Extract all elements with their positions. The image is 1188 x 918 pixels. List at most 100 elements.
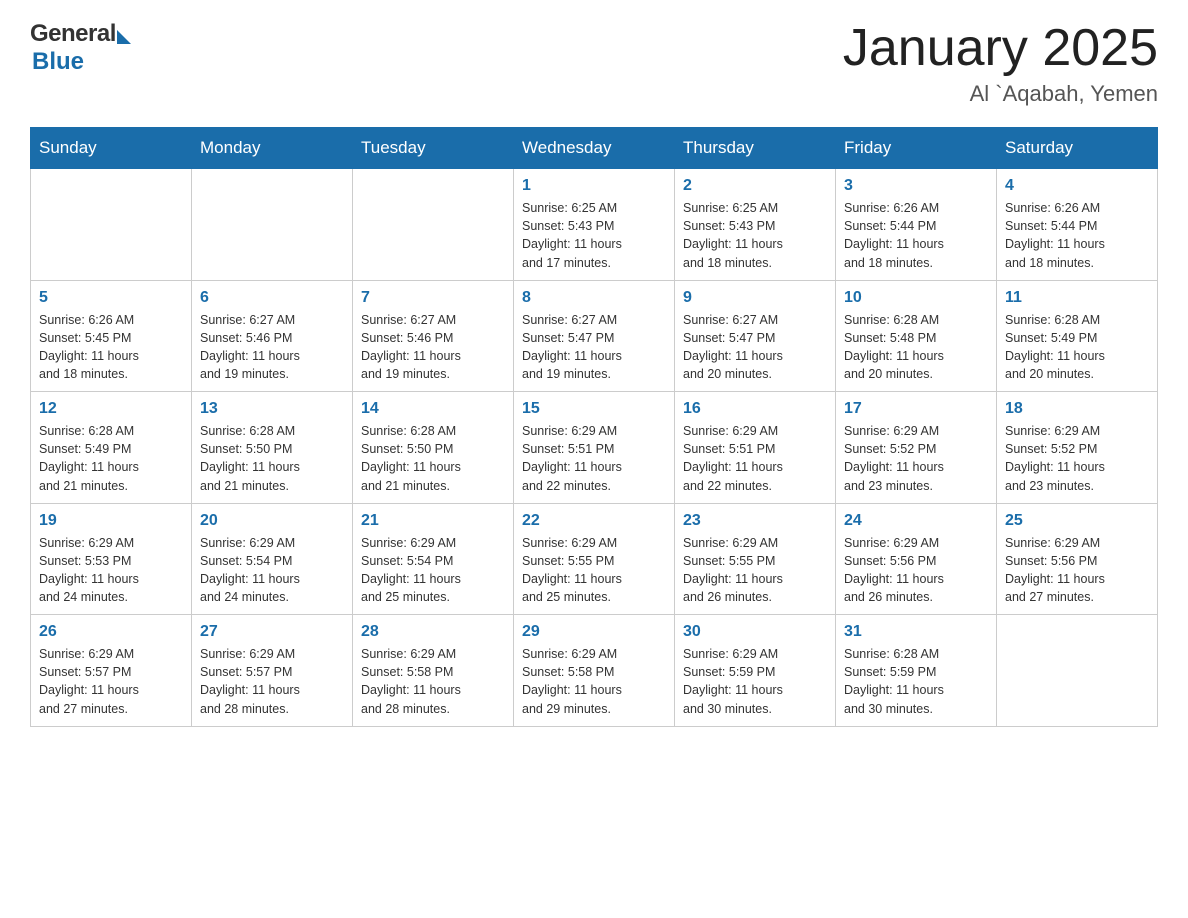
calendar-day-cell: 12Sunrise: 6:28 AM Sunset: 5:49 PM Dayli… xyxy=(31,392,192,504)
day-info: Sunrise: 6:29 AM Sunset: 5:51 PM Dayligh… xyxy=(683,422,827,495)
day-number: 2 xyxy=(683,177,827,195)
day-number: 10 xyxy=(844,289,988,307)
month-title: January 2025 xyxy=(843,20,1158,77)
calendar-table: SundayMondayTuesdayWednesdayThursdayFrid… xyxy=(30,127,1158,727)
calendar-day-cell: 10 Sunrise: 6:28 AM Sunset: 5:48 PM Dayli… xyxy=(836,280,997,392)
day-info: Sunrise: 6:29 AM Sunset: 5:54 PM Dayligh… xyxy=(200,534,344,607)
calendar-day-cell: 19 Sunrise: 6:29 AM Sunset: 5:53 PM Dayli… xyxy=(31,503,192,615)
calendar-day-cell: 6 Sunrise: 6:27 AM Sunset: 5:46 PM Daylig… xyxy=(192,280,353,392)
day-number: 8 xyxy=(522,289,666,307)
day-number: 23 xyxy=(683,512,827,530)
day-info: Sunrise: 6:27 AM Sunset: 5:47 PM Dayligh… xyxy=(522,311,666,384)
page-header: General Blue January 2025 Al `Aqabah, Ye… xyxy=(30,20,1158,107)
calendar-day-cell xyxy=(997,615,1158,727)
day-info: Sunrise: 6:26 AM Sunset: 5:44 PM Dayligh… xyxy=(1005,199,1149,272)
day-info: Sunrise: 6:25 AM Sunset: 5:43 PM Dayligh… xyxy=(522,199,666,272)
calendar-week-row: 5 Sunrise: 6:26 AM Sunset: 5:45 PM Daylig… xyxy=(31,280,1158,392)
day-info: Sunrise: 6:27 AM Sunset: 5:46 PM Dayligh… xyxy=(361,311,505,384)
calendar-day-cell xyxy=(31,169,192,281)
day-number: 14 xyxy=(361,400,505,418)
day-number: 4 xyxy=(1005,177,1149,195)
calendar-day-cell: 13 Sunrise: 6:28 AM Sunset: 5:50 PM Dayli… xyxy=(192,392,353,504)
calendar-day-cell: 26 Sunrise: 6:29 AM Sunset: 5:57 PM Dayli… xyxy=(31,615,192,727)
day-info: Sunrise: 6:29 AM Sunset: 5:51 PM Dayligh… xyxy=(522,422,666,495)
weekday-header: Friday xyxy=(836,128,997,169)
calendar-day-cell xyxy=(353,169,514,281)
calendar-day-cell: 21 Sunrise: 6:29 AM Sunset: 5:54 PM Dayli… xyxy=(353,503,514,615)
calendar-day-cell: 1 Sunrise: 6:25 AM Sunset: 5:43 PM Daylig… xyxy=(514,169,675,281)
day-info: Sunrise: 6:25 AM Sunset: 5:43 PM Dayligh… xyxy=(683,199,827,272)
day-number: 26 xyxy=(39,623,183,641)
day-number: 19 xyxy=(39,512,183,530)
day-number: 17 xyxy=(844,400,988,418)
calendar-day-cell: 24Sunrise: 6:29 AM Sunset: 5:56 PM Dayli… xyxy=(836,503,997,615)
calendar-day-cell: 23 Sunrise: 6:29 AM Sunset: 5:55 PM Dayli… xyxy=(675,503,836,615)
calendar-day-cell: 8 Sunrise: 6:27 AM Sunset: 5:47 PM Daylig… xyxy=(514,280,675,392)
day-number: 29 xyxy=(522,623,666,641)
day-number: 16 xyxy=(683,400,827,418)
day-number: 27 xyxy=(200,623,344,641)
weekday-header: Sunday xyxy=(31,128,192,169)
title-area: January 2025 Al `Aqabah, Yemen xyxy=(843,20,1158,107)
calendar-day-cell: 18Sunrise: 6:29 AM Sunset: 5:52 PM Dayli… xyxy=(997,392,1158,504)
day-info: Sunrise: 6:28 AM Sunset: 5:59 PM Dayligh… xyxy=(844,645,988,718)
calendar-day-cell: 14 Sunrise: 6:28 AM Sunset: 5:50 PM Dayli… xyxy=(353,392,514,504)
calendar-week-row: 1 Sunrise: 6:25 AM Sunset: 5:43 PM Daylig… xyxy=(31,169,1158,281)
day-number: 20 xyxy=(200,512,344,530)
day-number: 28 xyxy=(361,623,505,641)
day-info: Sunrise: 6:29 AM Sunset: 5:56 PM Dayligh… xyxy=(1005,534,1149,607)
calendar-day-cell: 2 Sunrise: 6:25 AM Sunset: 5:43 PM Daylig… xyxy=(675,169,836,281)
day-info: Sunrise: 6:27 AM Sunset: 5:47 PM Dayligh… xyxy=(683,311,827,384)
day-info: Sunrise: 6:29 AM Sunset: 5:57 PM Dayligh… xyxy=(39,645,183,718)
day-info: Sunrise: 6:28 AM Sunset: 5:48 PM Dayligh… xyxy=(844,311,988,384)
day-info: Sunrise: 6:29 AM Sunset: 5:53 PM Dayligh… xyxy=(39,534,183,607)
day-number: 1 xyxy=(522,177,666,195)
day-number: 31 xyxy=(844,623,988,641)
day-info: Sunrise: 6:29 AM Sunset: 5:55 PM Dayligh… xyxy=(683,534,827,607)
calendar-week-row: 26 Sunrise: 6:29 AM Sunset: 5:57 PM Dayli… xyxy=(31,615,1158,727)
logo: General Blue xyxy=(30,20,131,76)
calendar-day-cell: 30 Sunrise: 6:29 AM Sunset: 5:59 PM Dayli… xyxy=(675,615,836,727)
calendar-day-cell: 31 Sunrise: 6:28 AM Sunset: 5:59 PM Dayli… xyxy=(836,615,997,727)
day-number: 11 xyxy=(1005,289,1149,307)
calendar-day-cell: 20 Sunrise: 6:29 AM Sunset: 5:54 PM Dayli… xyxy=(192,503,353,615)
day-number: 18 xyxy=(1005,400,1149,418)
calendar-day-cell: 22Sunrise: 6:29 AM Sunset: 5:55 PM Dayli… xyxy=(514,503,675,615)
day-info: Sunrise: 6:29 AM Sunset: 5:58 PM Dayligh… xyxy=(522,645,666,718)
calendar-day-cell: 3Sunrise: 6:26 AM Sunset: 5:44 PM Daylig… xyxy=(836,169,997,281)
calendar-week-row: 12Sunrise: 6:28 AM Sunset: 5:49 PM Dayli… xyxy=(31,392,1158,504)
day-info: Sunrise: 6:29 AM Sunset: 5:59 PM Dayligh… xyxy=(683,645,827,718)
weekday-header: Saturday xyxy=(997,128,1158,169)
logo-blue-text: Blue xyxy=(32,48,84,76)
calendar-day-cell: 28 Sunrise: 6:29 AM Sunset: 5:58 PM Dayli… xyxy=(353,615,514,727)
day-number: 21 xyxy=(361,512,505,530)
calendar-day-cell: 7Sunrise: 6:27 AM Sunset: 5:46 PM Daylig… xyxy=(353,280,514,392)
day-number: 25 xyxy=(1005,512,1149,530)
day-number: 3 xyxy=(844,177,988,195)
weekday-header: Monday xyxy=(192,128,353,169)
day-info: Sunrise: 6:28 AM Sunset: 5:49 PM Dayligh… xyxy=(1005,311,1149,384)
day-number: 6 xyxy=(200,289,344,307)
calendar-day-cell: 29 Sunrise: 6:29 AM Sunset: 5:58 PM Dayli… xyxy=(514,615,675,727)
calendar-week-row: 19 Sunrise: 6:29 AM Sunset: 5:53 PM Dayli… xyxy=(31,503,1158,615)
logo-arrow-icon xyxy=(117,30,131,44)
day-info: Sunrise: 6:26 AM Sunset: 5:45 PM Dayligh… xyxy=(39,311,183,384)
day-number: 5 xyxy=(39,289,183,307)
weekday-header: Wednesday xyxy=(514,128,675,169)
day-info: Sunrise: 6:29 AM Sunset: 5:56 PM Dayligh… xyxy=(844,534,988,607)
weekday-header-row: SundayMondayTuesdayWednesdayThursdayFrid… xyxy=(31,128,1158,169)
calendar-day-cell: 11 Sunrise: 6:28 AM Sunset: 5:49 PM Dayli… xyxy=(997,280,1158,392)
day-info: Sunrise: 6:27 AM Sunset: 5:46 PM Dayligh… xyxy=(200,311,344,384)
day-number: 13 xyxy=(200,400,344,418)
day-info: Sunrise: 6:29 AM Sunset: 5:58 PM Dayligh… xyxy=(361,645,505,718)
calendar-day-cell: 17Sunrise: 6:29 AM Sunset: 5:52 PM Dayli… xyxy=(836,392,997,504)
day-info: Sunrise: 6:29 AM Sunset: 5:57 PM Dayligh… xyxy=(200,645,344,718)
day-info: Sunrise: 6:28 AM Sunset: 5:50 PM Dayligh… xyxy=(200,422,344,495)
day-number: 30 xyxy=(683,623,827,641)
weekday-header: Thursday xyxy=(675,128,836,169)
calendar-day-cell: 9Sunrise: 6:27 AM Sunset: 5:47 PM Daylig… xyxy=(675,280,836,392)
day-info: Sunrise: 6:28 AM Sunset: 5:50 PM Dayligh… xyxy=(361,422,505,495)
location-title: Al `Aqabah, Yemen xyxy=(843,81,1158,107)
calendar-day-cell: 16 Sunrise: 6:29 AM Sunset: 5:51 PM Dayli… xyxy=(675,392,836,504)
day-info: Sunrise: 6:29 AM Sunset: 5:54 PM Dayligh… xyxy=(361,534,505,607)
